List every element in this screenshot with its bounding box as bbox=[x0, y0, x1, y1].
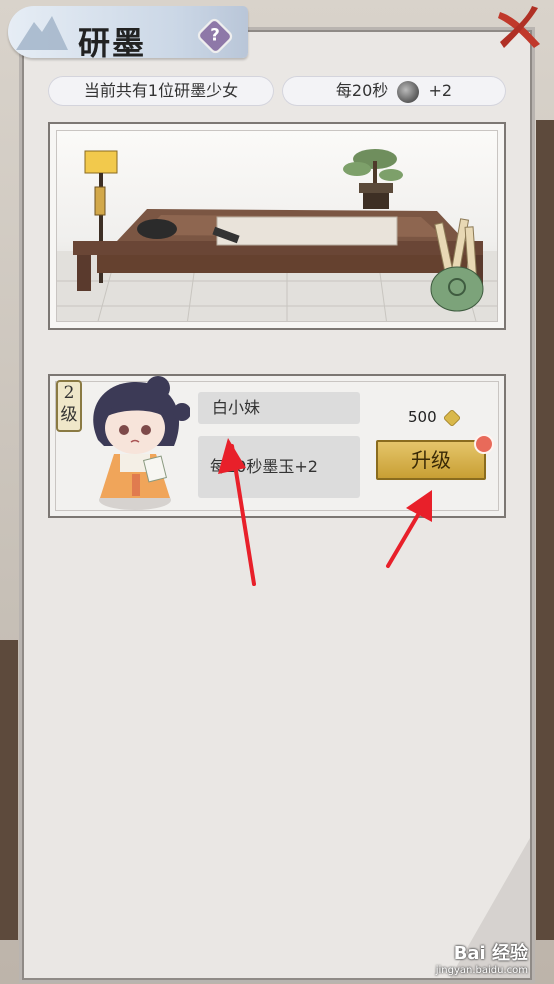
arrow-to-upgrade-icon bbox=[386, 490, 432, 568]
annotation-arrows bbox=[218, 438, 432, 586]
arrow-to-name-icon bbox=[218, 438, 256, 586]
watermark-url: jingyan.baidu.com bbox=[435, 965, 528, 976]
watermark-main: Bai 经验 bbox=[453, 943, 528, 964]
baidu-watermark: Bai 经验 jingyan.baidu.com bbox=[436, 939, 528, 976]
